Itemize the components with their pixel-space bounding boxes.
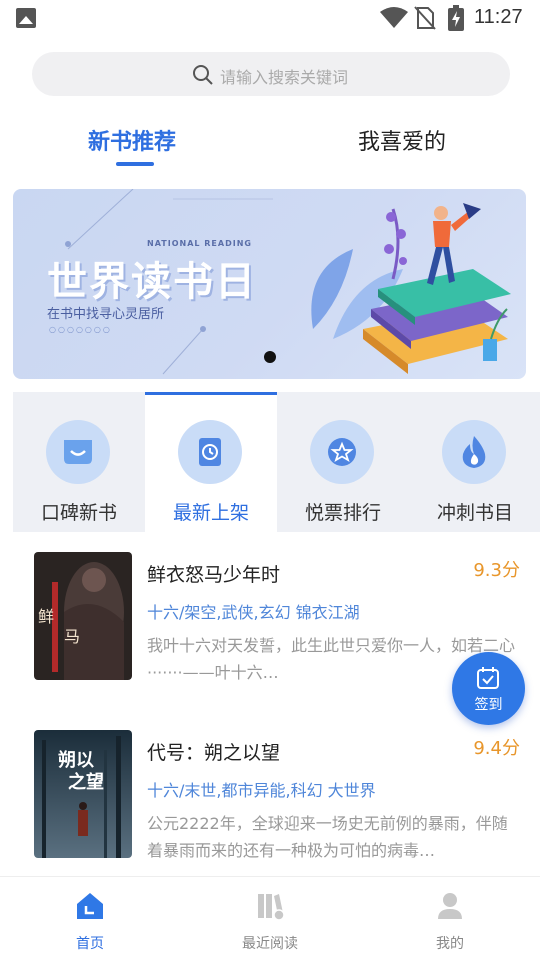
nav-home[interactable]: 首页 (0, 877, 180, 960)
category-word-of-mouth[interactable]: 口碑新书 (13, 392, 145, 532)
banner-decoration: ○○○○○○○ (49, 325, 112, 334)
nav-label: 我的 (436, 936, 464, 952)
user-icon (438, 893, 462, 919)
wifi-icon (380, 7, 408, 28)
book-title[interactable]: 代号：朔之以望 (147, 738, 280, 765)
calendar-check-icon (477, 667, 499, 689)
svg-text:朔以: 朔以 (58, 749, 94, 771)
search-icon (193, 65, 213, 85)
chat-bubble-icon (46, 420, 110, 484)
nav-recent-reading[interactable]: 最近阅读 (180, 877, 360, 960)
book-meta: 十六/末世,都市异能,科幻 大世界 (147, 781, 376, 800)
no-sim-icon (414, 6, 436, 30)
nav-label: 最近阅读 (242, 936, 298, 952)
book-score: 9.3分 (473, 560, 520, 581)
bottom-nav: 首页 最近阅读 我的 (0, 876, 540, 960)
category-sprint[interactable]: 冲刺书目 (409, 392, 540, 532)
svg-text:鲜: 鲜 (38, 607, 54, 626)
category-ranking[interactable]: 悦票排行 (277, 392, 409, 532)
search-input[interactable]: 请输入搜索关键词 (220, 64, 348, 88)
book-cover[interactable]: 朔以 之望 (34, 730, 132, 858)
category-latest[interactable]: 最新上架 (145, 392, 277, 532)
svg-text:马: 马 (64, 627, 80, 646)
banner-english-caption: NATIONAL READING (147, 239, 252, 248)
battery-charging-icon (448, 5, 464, 31)
category-label: 最新上架 (172, 502, 249, 524)
search-bar[interactable]: 请输入搜索关键词 (32, 52, 510, 96)
banner-title: 世界读书日 (47, 259, 257, 305)
nav-label: 首页 (76, 936, 104, 952)
image-icon (16, 8, 36, 28)
status-bar: 11:27 (0, 0, 540, 36)
list-item-book[interactable]: 朔以 之望 代号：朔之以望 9.4分 十六/末世,都市异能,科幻 大世界 公元2… (13, 710, 540, 860)
sign-in-button[interactable]: 签到 (452, 652, 525, 725)
tab-favorites[interactable]: 我喜爱的 (358, 124, 446, 156)
home-icon (77, 893, 103, 919)
sign-in-label: 签到 (474, 697, 503, 713)
book-title[interactable]: 鲜衣怒马少年时 (147, 560, 280, 587)
book-cover[interactable]: 鲜 马 (34, 552, 132, 680)
banner-page-dot[interactable] (264, 351, 276, 363)
svg-text:之望: 之望 (68, 771, 104, 793)
book-meta: 十六/架空,武侠,玄幻 锦衣江湖 (147, 603, 360, 622)
category-label: 冲刺书目 (436, 502, 513, 524)
clock: 11:27 (474, 6, 523, 28)
category-label: 悦票排行 (304, 502, 381, 524)
book-score: 9.4分 (473, 738, 520, 759)
star-badge-icon (310, 420, 374, 484)
promo-banner[interactable]: NATIONAL READING 世界读书日 在书中找寻心灵居所 ○○○○○○○ (13, 189, 526, 379)
list-item-book[interactable]: 鲜 马 鲜衣怒马少年时 9.3分 十六/架空,武侠,玄幻 锦衣江湖 我叶十六对天… (13, 532, 540, 682)
tab-new-books[interactable]: 新书推荐 (88, 124, 176, 156)
reading-illustration (311, 203, 511, 374)
flame-icon (442, 420, 506, 484)
nav-mine[interactable]: 我的 (360, 877, 540, 960)
clock-book-icon (178, 420, 242, 484)
book-description: 公元2222年，全球迎来一场史无前例的暴雨，伴随着暴雨而来的还有一种极为可怕的病… (147, 814, 508, 860)
banner-subtitle: 在书中找寻心灵居所 (47, 307, 165, 322)
category-label: 口碑新书 (40, 502, 117, 524)
tab-indicator (116, 162, 154, 166)
bookshelf-icon (258, 894, 285, 921)
